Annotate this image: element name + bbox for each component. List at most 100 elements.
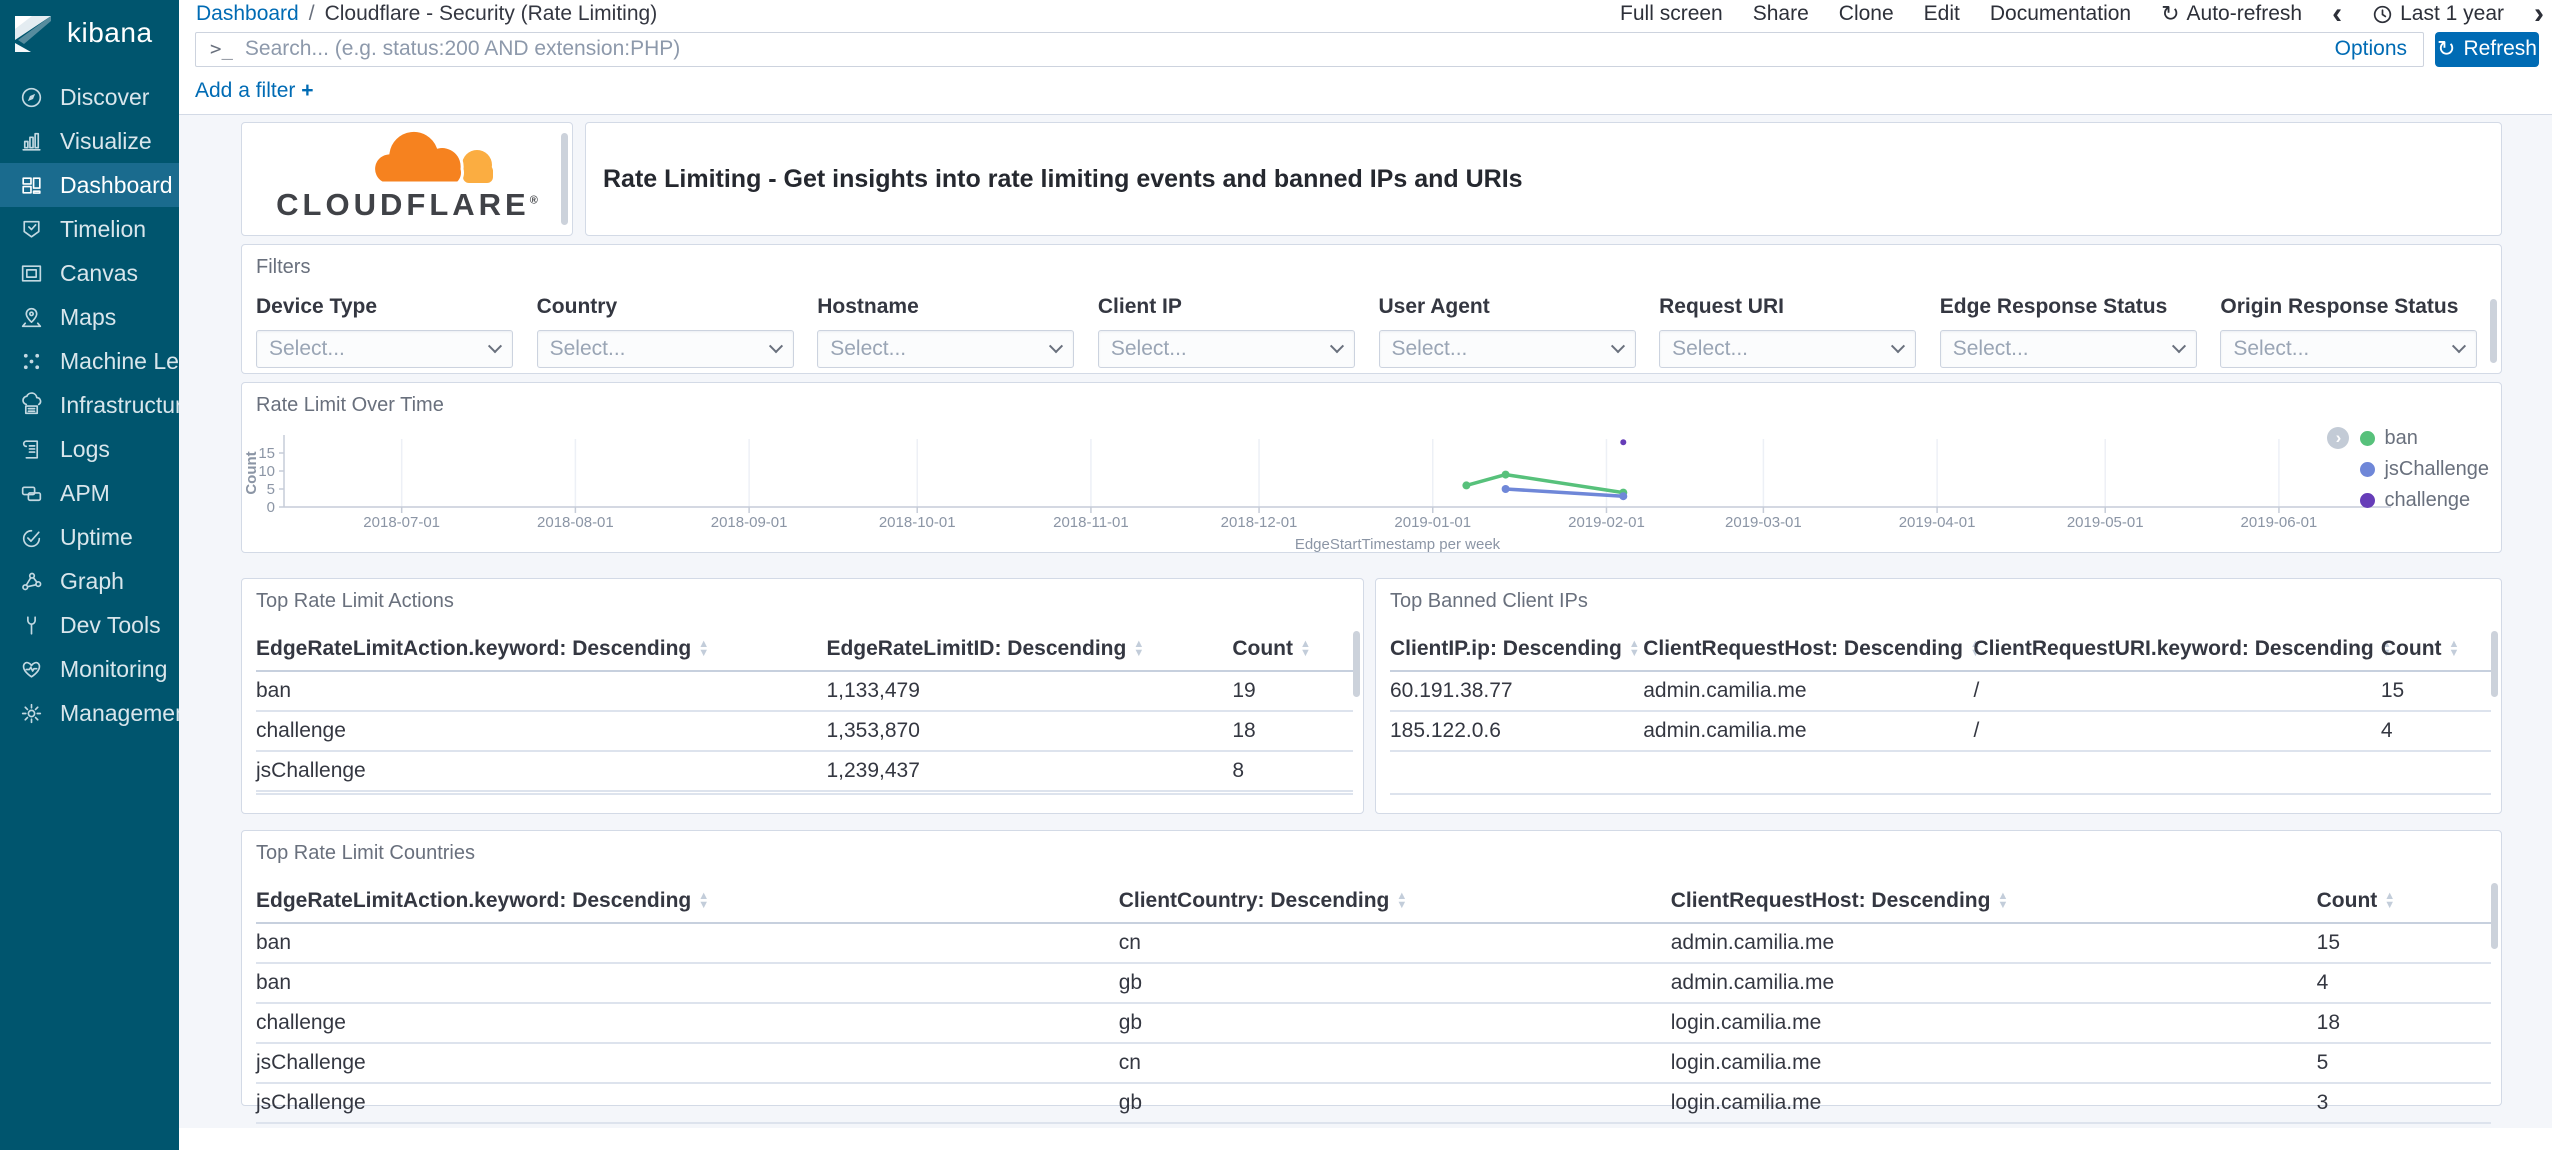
sidebar-item-infrastructure[interactable]: Infrastructure	[0, 383, 196, 427]
legend-item-jschallenge[interactable]: jsChallenge	[2327, 456, 2489, 482]
sidebar-item-dev-tools[interactable]: Dev Tools	[0, 603, 179, 647]
scrollbar-thumb[interactable]	[2491, 883, 2498, 949]
clone-button[interactable]: Clone	[1839, 2, 1894, 26]
sidebar-item-visualize[interactable]: Visualize	[0, 119, 179, 163]
scrollbar-thumb[interactable]	[2490, 299, 2497, 363]
sidebar-item-apm[interactable]: APM	[0, 471, 179, 515]
chevron-down-icon	[1329, 339, 1344, 354]
sidebar-item-monitoring[interactable]: Monitoring	[0, 647, 179, 691]
filter-select-country[interactable]: Select...	[536, 330, 794, 368]
auto-refresh-button[interactable]: ↻ Auto-refresh	[2161, 2, 2302, 26]
sidebar-item-machine-le[interactable]: Machine Le...	[0, 339, 198, 383]
query-options-link[interactable]: Options	[2335, 37, 2409, 61]
filter-select-request-uri[interactable]: Select...	[1659, 330, 1917, 368]
edit-button[interactable]: Edit	[1924, 2, 1960, 26]
filter-label: Country	[536, 295, 618, 318]
sidebar-item-label: Discover	[60, 83, 150, 110]
select-placeholder: Select...	[1952, 337, 2029, 360]
full-screen-button[interactable]: Full screen	[1620, 2, 1723, 26]
column-header-edgeratelimitaction-keyword-descending[interactable]: EdgeRateLimitAction.keyword: Descending ▲…	[256, 883, 1119, 924]
table-cell: 1,239,437	[826, 751, 1233, 792]
column-header-edgeratelimitid-descending[interactable]: EdgeRateLimitID: Descending ▲ ▼	[826, 631, 1233, 672]
filter-field-hostname: Hostname Select...	[817, 295, 1098, 368]
breadcrumb-dashboard-link[interactable]: Dashboard	[196, 2, 299, 26]
sidebar-item-label: Management	[60, 699, 195, 726]
sidebar-item-label: Maps	[60, 303, 117, 330]
search-input[interactable]	[244, 37, 2323, 61]
table-cell: 8	[1232, 751, 1353, 792]
select-placeholder: Select...	[1672, 337, 1748, 360]
column-header-count[interactable]: Count ▲ ▼	[1232, 631, 1353, 672]
filter-select-client-ip[interactable]: Select...	[1097, 330, 1355, 368]
sidebar-item-management[interactable]: Management	[0, 691, 194, 735]
dashboard-grid-icon	[22, 176, 41, 194]
column-header-label: ClientRequestHost: Descending	[1670, 889, 1991, 912]
sidebar-item-canvas[interactable]: Canvas	[0, 251, 179, 295]
sidebar-item-dashboard[interactable]: Dashboard	[0, 163, 179, 207]
column-header-clientcountry-descending[interactable]: ClientCountry: Descending ▲ ▼	[1118, 883, 1671, 924]
breadcrumb-separator: /	[308, 2, 315, 25]
table-cell: cn	[1118, 923, 1671, 964]
column-header-clientrequesthost-descending[interactable]: ClientRequestHost: Descending ▲ ▼	[1670, 883, 2317, 924]
sidebar-item-timelion[interactable]: Timelion	[0, 207, 179, 251]
select-placeholder: Select...	[1110, 337, 1187, 360]
rate-limit-chart: 2018-07-01 2018-08-01 2018-09-01 2018-10-01…	[242, 419, 2503, 559]
sidebar-item-graph[interactable]: Graph	[0, 559, 179, 603]
sidebar-item-label: Timelion	[60, 215, 147, 242]
sort-icon: ▲ ▼	[2448, 638, 2460, 660]
sidebar-item-discover[interactable]: Discover	[0, 75, 179, 119]
scrollbar-thumb[interactable]	[1353, 631, 1360, 697]
column-header-label: ClientRequestHost: Descending	[1643, 637, 1963, 660]
sidebar-item-logs[interactable]: Logs	[0, 427, 179, 471]
graph-icon	[22, 572, 42, 590]
legend-toggle-button[interactable]: ›	[2327, 427, 2350, 449]
share-button[interactable]: Share	[1753, 2, 1809, 26]
top-rate-limit-countries-panel: Top Rate Limit Countries EdgeRateLimitAc…	[241, 830, 2502, 1124]
column-header-clientip-ip-descending[interactable]: ClientIP.ip: Descending ▲ ▼	[1390, 631, 1644, 672]
filter-label: Edge Response Status	[1939, 295, 2168, 318]
sidebar-item-label: Visualize	[60, 127, 152, 154]
y-tick-label: 5	[267, 481, 275, 498]
top-rate-limit-actions-panel: Top Rate Limit Actions EdgeRateLimitActi…	[241, 578, 1364, 814]
column-header-count[interactable]: Count ▲ ▼	[2316, 883, 2491, 924]
legend-label: jsChallenge	[2384, 457, 2489, 480]
filter-select-edge-response-status[interactable]: Select...	[1939, 330, 2197, 368]
kibana-logo[interactable]: kibana	[0, 0, 179, 66]
table-cell: gb	[1118, 963, 1671, 1004]
table-cell: 5	[2316, 1043, 2491, 1084]
scrollbar-thumb[interactable]	[2491, 631, 2498, 697]
sidebar-item-maps[interactable]: Maps	[0, 295, 179, 339]
legend-item-ban[interactable]: › ban	[2327, 425, 2489, 451]
documentation-button[interactable]: Documentation	[1990, 2, 2131, 26]
column-header-clientrequesthost-descending[interactable]: ClientRequestHost: Descending ▲ ▼	[1643, 631, 1981, 672]
filter-label: Device Type	[256, 295, 378, 318]
add-filter-link[interactable]: Add a filter +	[195, 79, 314, 103]
table-panel-title: Top Banned Client IPs	[1390, 590, 1588, 612]
refresh-button[interactable]: ↻ Refresh	[2435, 31, 2539, 67]
chevron-down-icon	[1049, 339, 1064, 354]
table-row: ban cn admin.camilia.me 15	[256, 923, 2491, 964]
time-forward-arrow[interactable]: ›	[2534, 0, 2544, 29]
filter-select-user-agent[interactable]: Select...	[1378, 330, 1636, 368]
chevron-down-icon	[2452, 339, 2467, 354]
time-back-arrow[interactable]: ‹	[2332, 0, 2342, 29]
kibana-wordmark: kibana	[67, 17, 153, 48]
column-header-count[interactable]: Count ▲ ▼	[2380, 631, 2491, 672]
column-header-edgeratelimitaction-keyword-descending[interactable]: EdgeRateLimitAction.keyword: Descending ▲…	[256, 631, 827, 672]
table-cell: jsChallenge	[256, 1083, 1119, 1124]
column-header-clientrequesturi-keyword-descending[interactable]: ClientRequestURI.keyword: Descending ▲ ▼	[1973, 631, 2392, 672]
chevron-down-icon	[487, 339, 503, 354]
sidebar-nav: Discover Visualize Dashboard Timelion Canvas…	[0, 75, 198, 735]
top-actions: Full screen Share Clone Edit Documentation ↻ A…	[1620, 0, 2544, 29]
legend-item-challenge[interactable]: challenge	[2327, 487, 2489, 513]
filter-select-hostname[interactable]: Select...	[817, 330, 1075, 368]
sidebar-item-uptime[interactable]: Uptime	[0, 515, 179, 559]
select-placeholder: Select...	[269, 337, 345, 360]
time-range-picker[interactable]: Last 1 year	[2372, 2, 2504, 26]
plus-icon: +	[301, 79, 314, 102]
scrollbar-thumb[interactable]	[561, 133, 568, 225]
auto-refresh-icon: ↻	[2161, 1, 2180, 26]
cloudflare-logo: CLOUDFLARE®	[242, 123, 572, 220]
filter-select-origin-response-status[interactable]: Select...	[2220, 330, 2478, 368]
filter-select-device-type[interactable]: Select...	[256, 330, 513, 368]
